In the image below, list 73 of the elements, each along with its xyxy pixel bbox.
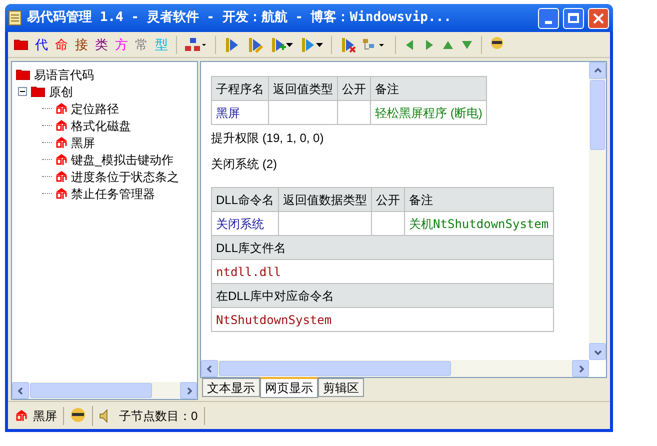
toolbar-button[interactable]: 代 [33, 34, 50, 54]
table-cell: NtShutdownSystem [212, 308, 554, 332]
section-header: 在DLL库中对应命令名 [212, 284, 554, 308]
column-header: 备注 [404, 188, 554, 212]
tree-item[interactable]: 进度条位于状态条之 [71, 168, 179, 186]
command-icon [56, 154, 67, 165]
scroll-thumb[interactable] [590, 80, 605, 150]
caret-icon [286, 42, 293, 46]
flag-icon [300, 36, 316, 52]
folder-icon [31, 86, 45, 97]
tab[interactable]: 文本显示 [202, 378, 260, 397]
folder-icon [16, 69, 30, 80]
column-header: 公开 [338, 76, 370, 100]
code-line: 提升权限 (19, 1, 0, 0) [211, 130, 325, 147]
up-triangle-icon [442, 38, 454, 50]
command-icon [56, 171, 67, 182]
tree-item[interactable]: 原创 [49, 82, 73, 100]
vertical-scrollbar[interactable] [589, 62, 606, 360]
status-text: 子节点数目：0 [119, 406, 205, 424]
flag-cross-icon [340, 36, 356, 52]
tree-item[interactable]: 黑屏 [71, 134, 95, 152]
command-icon [56, 103, 67, 114]
command-icon [56, 120, 67, 131]
close-icon [593, 12, 604, 24]
list-icon [363, 38, 387, 52]
command-icon [16, 410, 27, 421]
tree-item[interactable]: 易语言代码 [34, 66, 94, 84]
toolbar-button[interactable]: 类 [93, 34, 110, 54]
command-icon [56, 188, 67, 199]
scroll-thumb[interactable] [219, 361, 451, 376]
flag-pencil-icon [247, 36, 263, 52]
section-header: DLL库文件名 [212, 236, 554, 260]
horizontal-scrollbar[interactable] [12, 382, 197, 399]
column-header: 子程序名 [212, 76, 268, 100]
tree-item[interactable]: 禁止任务管理器 [71, 184, 155, 202]
tree-item[interactable]: 格式化磁盘 [71, 116, 131, 134]
right-triangle-icon [423, 38, 435, 50]
folder-icon [14, 39, 28, 50]
scroll-up-button[interactable] [589, 62, 606, 79]
scroll-down-button[interactable] [589, 343, 606, 360]
scroll-right-button[interactable] [572, 360, 589, 377]
close-button[interactable] [588, 8, 609, 28]
scroll-left-button[interactable] [12, 382, 29, 399]
tree-item[interactable]: 键盘_模拟击键动作 [71, 150, 174, 168]
status-text: 黑屏 [33, 406, 64, 424]
toolbar-button[interactable]: 接 [73, 34, 90, 54]
notepad-icon [7, 10, 23, 26]
flag-plus-icon [270, 36, 286, 52]
maximize-button[interactable] [563, 8, 584, 28]
horizontal-scrollbar[interactable] [201, 360, 589, 377]
minimize-button[interactable] [538, 8, 559, 28]
column-header: DLL命令名 [212, 188, 279, 212]
column-header: 公开 [372, 188, 405, 212]
column-header: 返回值类型 [268, 76, 338, 100]
command-icon [56, 137, 67, 148]
flag-icon [224, 36, 240, 52]
table-cell: 轻松黑屏程序 (断电) [370, 100, 487, 124]
column-header: 备注 [370, 76, 487, 100]
column-header: 返回值数据类型 [278, 188, 372, 212]
caret-icon [316, 42, 323, 46]
down-triangle-icon [461, 38, 473, 50]
tree-item[interactable]: 定位路径 [71, 100, 119, 118]
window-title: 易代码管理 1.4 - 灵者软件 - 开发：航航 - 博客：Windowsvip... [27, 8, 452, 28]
tab[interactable]: 网页显示 [260, 377, 318, 398]
scroll-right-button[interactable] [180, 382, 197, 399]
code-line: 关闭系统 (2) [211, 156, 278, 173]
scroll-left-button[interactable] [201, 360, 218, 377]
tab[interactable]: 剪辑区 [318, 378, 364, 397]
collapse-toggle[interactable] [18, 87, 27, 96]
table-cell: 黑屏 [212, 100, 268, 124]
scroll-thumb[interactable] [30, 383, 152, 398]
left-triangle-icon [404, 38, 416, 50]
hierarchy-icon [185, 38, 207, 52]
